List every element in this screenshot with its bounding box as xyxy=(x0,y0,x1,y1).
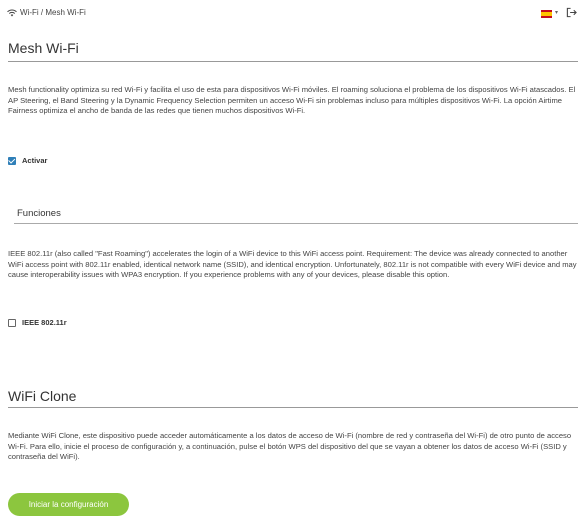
spain-flag-icon[interactable] xyxy=(541,10,552,18)
wifi-clone-description: Mediante WiFi Clone, este dispositivo pu… xyxy=(8,431,572,461)
page-title: Mesh Wi-Fi xyxy=(8,40,79,56)
activate-checkbox[interactable] xyxy=(8,156,16,165)
breadcrumb: Wi-Fi / Mesh Wi-Fi xyxy=(7,8,86,17)
mesh-description: Mesh functionality optimiza su red Wi-Fi… xyxy=(8,85,576,115)
breadcrumb-text[interactable]: Wi-Fi / Mesh Wi-Fi xyxy=(20,8,86,17)
logout-icon[interactable] xyxy=(566,7,577,18)
funciones-title: Funciones xyxy=(17,208,61,219)
ieee-80211r-label: IEEE 802.11r xyxy=(22,318,67,327)
title-divider xyxy=(8,61,578,62)
funciones-divider xyxy=(14,223,578,224)
chevron-down-icon[interactable]: ▾ xyxy=(555,9,558,16)
ieee-80211r-row[interactable]: IEEE 802.11r xyxy=(8,318,67,327)
wifi-clone-divider xyxy=(8,407,578,408)
activate-label: Activar xyxy=(22,156,48,165)
funciones-description: IEEE 802.11r (also called "Fast Roaming"… xyxy=(8,249,577,279)
activate-row[interactable]: Activar xyxy=(8,156,47,165)
start-configuration-button[interactable]: Iniciar la configuración xyxy=(8,493,129,516)
ieee-80211r-checkbox[interactable] xyxy=(8,318,16,327)
wifi-icon xyxy=(7,9,17,16)
wifi-clone-title: WiFi Clone xyxy=(8,388,77,404)
top-bar: Wi-Fi / Mesh Wi-Fi ▾ xyxy=(0,0,586,22)
